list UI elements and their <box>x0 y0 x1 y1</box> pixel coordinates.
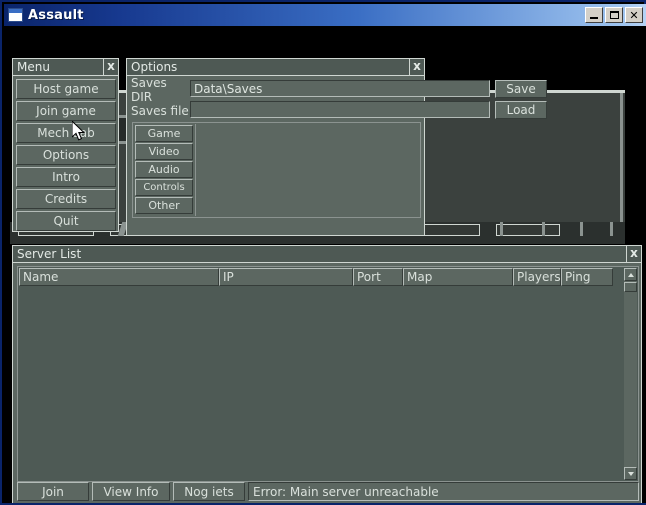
saves-dir-label: Saves DIR <box>131 75 167 104</box>
scroll-down-icon[interactable] <box>624 467 637 480</box>
menu-panel-title-text: Menu <box>17 60 50 74</box>
tab-controls[interactable]: Controls <box>135 179 193 196</box>
triangle-up-icon <box>627 272 634 277</box>
menu-panel: Menu x Host game Join game Mech Lab Opti… <box>12 58 119 232</box>
saves-file-input[interactable] <box>190 101 490 118</box>
menu-item-options[interactable]: Options <box>16 145 116 165</box>
menu-item-quit[interactable]: Quit <box>16 211 116 231</box>
view-info-button[interactable]: View Info <box>92 482 170 501</box>
server-list-panel: Server List x Name IP Port Map Players P… <box>12 245 642 503</box>
column-header-ip[interactable]: IP <box>219 268 353 286</box>
menu-panel-close-icon[interactable]: x <box>103 59 118 75</box>
server-list-rows[interactable] <box>19 286 624 480</box>
save-button[interactable]: Save <box>495 80 547 98</box>
floor-marker <box>542 222 545 236</box>
options-tab-list: Game Video Audio Controls Other <box>135 125 193 215</box>
triangle-down-icon <box>627 471 634 476</box>
menu-item-host-game[interactable]: Host game <box>16 79 116 99</box>
column-header-players[interactable]: Players <box>513 268 561 286</box>
screen: Assault ✕ Menu x Host game Join game Mec… <box>0 0 646 505</box>
game-client-area: Menu x Host game Join game Mech Lab Opti… <box>4 26 646 503</box>
tab-other[interactable]: Other <box>135 197 193 214</box>
nog-iets-button[interactable]: Nog iets <box>173 482 245 501</box>
floor-panel <box>496 224 560 236</box>
server-list-title-text: Server List <box>17 247 82 261</box>
floor-marker <box>500 222 503 236</box>
server-list-header-row: Name IP Port Map Players Ping <box>19 268 637 286</box>
maximize-button[interactable] <box>605 7 623 23</box>
server-list-table: Name IP Port Map Players Ping <box>17 266 639 482</box>
minimize-icon <box>590 17 598 19</box>
menu-item-join-game[interactable]: Join game <box>16 101 116 121</box>
wall-outline-room-right <box>620 93 623 240</box>
server-list-footer: Join View Info Nog iets Error: Main serv… <box>17 482 639 501</box>
minimize-button[interactable] <box>585 7 603 23</box>
options-panel-title: Options x <box>127 59 424 76</box>
tab-audio[interactable]: Audio <box>135 161 193 178</box>
application-window: Assault ✕ Menu x Host game Join game Mec… <box>0 0 646 505</box>
column-header-ping[interactable]: Ping <box>561 268 613 286</box>
server-list-close-icon[interactable]: x <box>626 246 641 262</box>
server-list-title: Server List x <box>13 246 641 263</box>
menu-button-list: Host game Join game Mech Lab Options Int… <box>16 79 116 233</box>
floor-marker <box>580 222 583 236</box>
column-header-port[interactable]: Port <box>353 268 403 286</box>
floor-marker <box>610 222 613 236</box>
saves-file-label: Saves file <box>131 103 189 118</box>
close-button[interactable]: ✕ <box>625 7 643 23</box>
options-tab-divider <box>195 124 196 216</box>
scroll-up-icon[interactable] <box>624 268 637 281</box>
menu-item-mech-lab[interactable]: Mech Lab <box>16 123 116 143</box>
join-button[interactable]: Join <box>17 482 89 501</box>
options-panel: Options x Saves DIR Data\Saves Save Save… <box>126 58 547 236</box>
status-message: Error: Main server unreachable <box>248 482 639 501</box>
menu-item-credits[interactable]: Credits <box>16 189 116 209</box>
server-list-scrollbar[interactable] <box>624 268 637 480</box>
menu-panel-title: Menu x <box>13 59 118 76</box>
window-titlebar[interactable]: Assault ✕ <box>4 4 646 26</box>
floor-panel <box>416 224 480 236</box>
options-panel-title-text: Options <box>131 60 178 74</box>
tab-video[interactable]: Video <box>135 143 193 160</box>
app-icon <box>8 8 23 22</box>
options-tab-container: Game Video Audio Controls Other <box>132 122 421 218</box>
close-icon: ✕ <box>629 8 639 22</box>
options-panel-close-icon[interactable]: x <box>409 59 424 75</box>
saves-dir-input[interactable]: Data\Saves <box>190 80 490 97</box>
window-title: Assault <box>28 7 84 23</box>
maximize-icon <box>609 11 619 19</box>
column-header-name[interactable]: Name <box>19 268 219 286</box>
scrollbar-thumb[interactable] <box>624 282 637 292</box>
load-button[interactable]: Load <box>495 101 547 119</box>
menu-item-intro[interactable]: Intro <box>16 167 116 187</box>
options-tab-content <box>197 124 419 216</box>
tab-game[interactable]: Game <box>135 125 193 142</box>
window-controls: ✕ <box>585 7 643 23</box>
column-header-map[interactable]: Map <box>403 268 513 286</box>
